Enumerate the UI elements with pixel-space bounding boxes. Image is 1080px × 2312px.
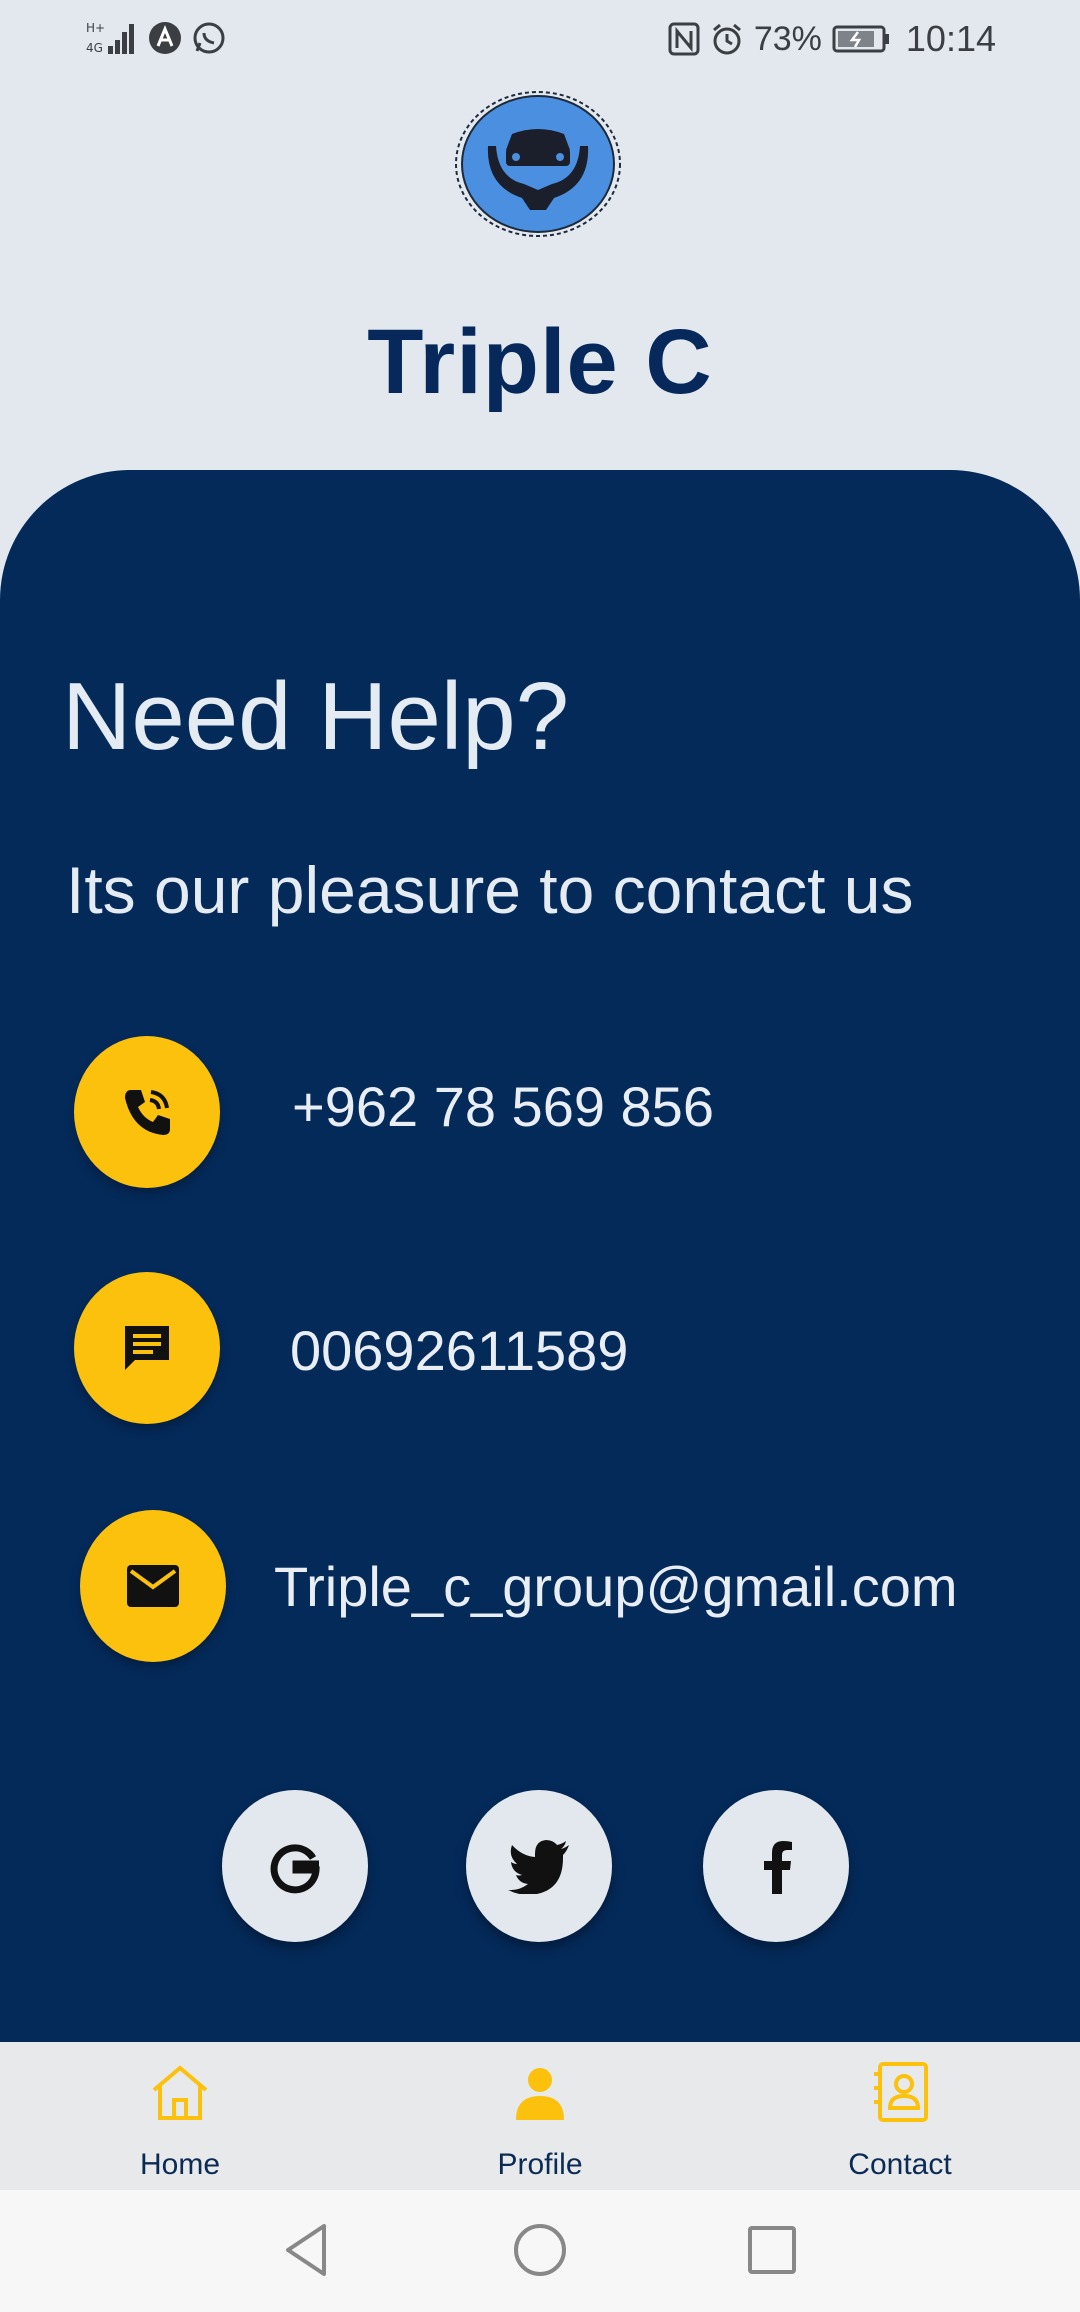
- bottom-navigation: Home Profile Contact: [0, 2042, 1080, 2190]
- nav-item-profile[interactable]: Profile: [420, 2042, 660, 2190]
- battery-percent: 73%: [753, 19, 822, 58]
- nav-label-contact: Contact: [848, 2148, 952, 2181]
- system-navigation-bar: [0, 2190, 1080, 2312]
- contact-card-icon: [874, 2062, 928, 2122]
- sms-number[interactable]: 00692611589: [290, 1318, 628, 1383]
- nav-item-contact[interactable]: Contact: [780, 2042, 1020, 2190]
- facebook-icon: [764, 1841, 792, 1894]
- nfc-icon: [668, 22, 700, 56]
- phone-number[interactable]: +962 78 569 856: [292, 1074, 714, 1139]
- message-button[interactable]: [74, 1272, 220, 1424]
- phone-icon: [125, 1090, 170, 1135]
- app-title: Triple C: [367, 311, 713, 413]
- battery-icon: [832, 25, 889, 53]
- nav-item-home[interactable]: Home: [60, 2042, 300, 2190]
- twitter-button[interactable]: [466, 1790, 612, 1942]
- nav-label-profile: Profile: [497, 2148, 583, 2181]
- status-right-icons: 73% 10:14: [668, 18, 996, 60]
- facebook-button[interactable]: [703, 1790, 849, 1942]
- svg-text:H+: H+: [86, 21, 105, 35]
- mail-icon: [127, 1565, 179, 1607]
- status-bar: H+ 4G 73% 10:14: [0, 0, 1080, 80]
- whatsapp-icon: [193, 22, 225, 54]
- home-icon: [152, 2065, 208, 2120]
- status-left-icons: H+ 4G: [86, 18, 226, 58]
- email-address[interactable]: Triple_c_group@gmail.com: [274, 1554, 957, 1619]
- clock: 10:14: [905, 18, 996, 59]
- home-circle-icon[interactable]: [510, 2220, 570, 2280]
- recents-icon[interactable]: [742, 2220, 802, 2280]
- twitter-icon: [508, 1840, 569, 1894]
- nav-label-home: Home: [139, 2148, 221, 2181]
- google-button[interactable]: [222, 1790, 368, 1942]
- help-heading: Need Help?: [62, 663, 569, 770]
- help-subtitle: Its our pleasure to contact us: [66, 853, 914, 927]
- message-icon: [125, 1326, 169, 1370]
- phone-button[interactable]: [74, 1036, 220, 1188]
- app-notification-icon: [149, 22, 181, 54]
- google-icon: [270, 1844, 320, 1894]
- back-icon[interactable]: [278, 2220, 338, 2280]
- app-logo: [455, 91, 621, 237]
- person-icon: [516, 2068, 564, 2120]
- signal-icon: H+ 4G: [86, 21, 134, 55]
- mail-button[interactable]: [80, 1510, 226, 1662]
- alarm-icon: [712, 23, 741, 55]
- svg-text:4G: 4G: [86, 41, 103, 55]
